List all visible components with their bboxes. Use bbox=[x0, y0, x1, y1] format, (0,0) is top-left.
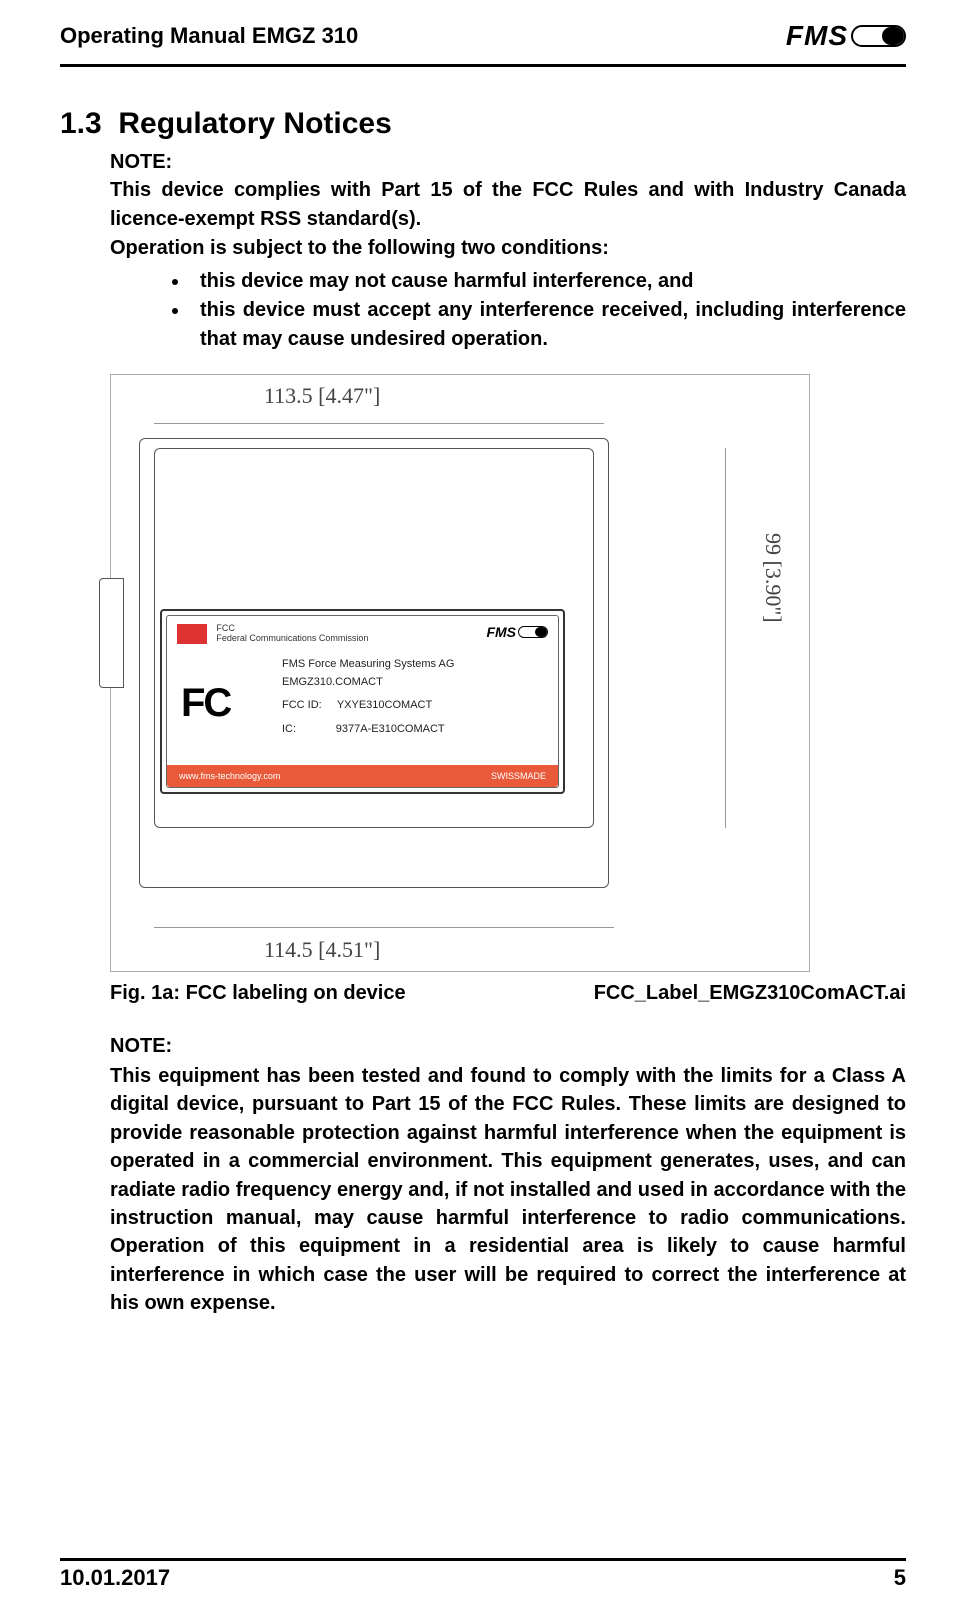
fms-logo-icon bbox=[851, 25, 906, 47]
footer-divider bbox=[60, 1558, 906, 1561]
dim-line-right bbox=[725, 448, 726, 828]
section-heading: Regulatory Notices bbox=[118, 107, 391, 140]
figure-caption: Fig. 1a: FCC labeling on device FCC_Labe… bbox=[110, 982, 906, 1005]
red-square-icon bbox=[177, 624, 207, 644]
fms-mini-icon bbox=[518, 626, 548, 638]
footer-page: 5 bbox=[894, 1565, 906, 1591]
dim-line-top bbox=[154, 423, 604, 424]
page-footer: 10.01.2017 5 bbox=[60, 1558, 906, 1591]
fcc-big-logo: FC bbox=[181, 681, 230, 726]
header-divider bbox=[60, 64, 906, 67]
section-number: 1.3 bbox=[60, 107, 102, 140]
fms-logo-text: FMS bbox=[786, 20, 848, 52]
label-swissmade: SWISSMADE bbox=[491, 771, 546, 781]
device-inner: FCC Federal Communications Commission FM… bbox=[154, 448, 594, 828]
label-fcc-small: FCC Federal Communications Commission bbox=[216, 624, 368, 644]
content-area: NOTE: This device complies with Part 15 … bbox=[60, 151, 906, 1318]
label-fms-mini-logo: FMS bbox=[486, 624, 548, 640]
label-company: FMS Force Measuring Systems AG bbox=[282, 656, 454, 674]
bullet-1: this device may not cause harmful interf… bbox=[190, 267, 906, 296]
label-model: EMGZ310.COMACT bbox=[282, 674, 454, 692]
label-url: www.fms-technology.com bbox=[179, 771, 280, 781]
bullet-2: this device must accept any interference… bbox=[190, 296, 906, 354]
device-side-tab bbox=[99, 578, 124, 688]
ic-value: 9377A-E310COMACT bbox=[336, 723, 445, 735]
footer-date: 10.01.2017 bbox=[60, 1565, 170, 1591]
label-info-block: FMS Force Measuring Systems AG EMGZ310.C… bbox=[282, 656, 454, 738]
fcc-id-label: FCC ID: bbox=[282, 699, 322, 711]
dimension-top: 113.5 [4.47"] bbox=[264, 383, 380, 409]
header-title: Operating Manual EMGZ 310 bbox=[60, 23, 358, 49]
dimension-bottom: 114.5 [4.51"] bbox=[264, 937, 380, 963]
dimension-right: 99 [3.90"] bbox=[760, 533, 786, 623]
note2-text: This equipment has been tested and found… bbox=[110, 1062, 906, 1318]
device-label: FCC Federal Communications Commission FM… bbox=[160, 609, 565, 794]
fcc-id-value: YXYE310COMACT bbox=[337, 699, 432, 711]
dim-line-bottom bbox=[154, 927, 614, 928]
figure-filename: FCC_Label_EMGZ310ComACT.ai bbox=[594, 982, 906, 1005]
ic-label: IC: bbox=[282, 723, 296, 735]
note1-bullets: this device may not cause harmful interf… bbox=[110, 267, 906, 354]
page-header: Operating Manual EMGZ 310 FMS bbox=[60, 20, 906, 52]
note1-para1: This device complies with Part 15 of the… bbox=[110, 176, 906, 234]
note1-label: NOTE: bbox=[110, 151, 906, 174]
orange-bar: www.fms-technology.com SWISSMADE bbox=[167, 765, 558, 787]
figure-box: 113.5 [4.47"] 114.5 [4.51"] 99 [3.90"] F… bbox=[110, 374, 810, 972]
fms-logo: FMS bbox=[786, 20, 906, 52]
figure-label: Fig. 1a: bbox=[110, 982, 180, 1004]
note2-label: NOTE: bbox=[110, 1035, 906, 1058]
section-title: 1.3 Regulatory Notices bbox=[60, 107, 906, 141]
figure-caption-text: FCC labeling on device bbox=[180, 982, 406, 1004]
note1-para2: Operation is subject to the following tw… bbox=[110, 234, 906, 263]
